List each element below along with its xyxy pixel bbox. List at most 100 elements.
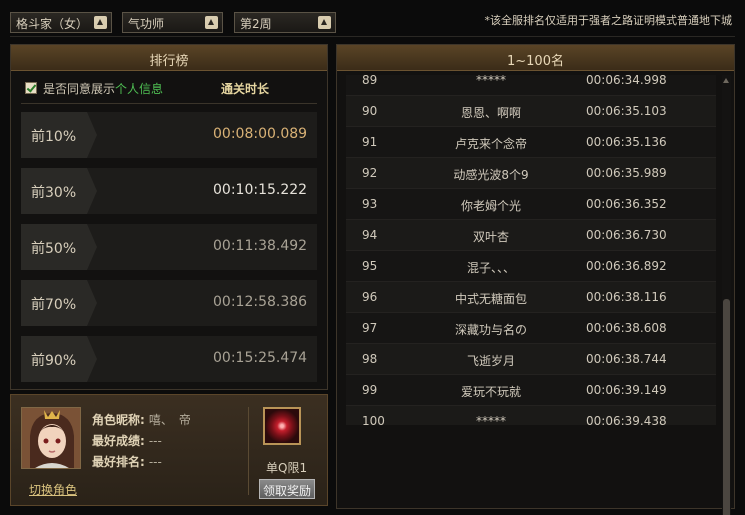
clear-time: 00:06:38.116 (586, 290, 667, 304)
rank-row: 94 双叶杏 00:06:36.730 (346, 220, 716, 251)
rank-row: 100 ***** 00:06:39.438 (346, 406, 716, 425)
divider (248, 407, 249, 495)
player-name: 中式无糖面包 (454, 292, 527, 306)
job-class-value: 格斗家（女） (16, 17, 89, 31)
dropdown-arrow-icon (94, 16, 107, 29)
ranking-panel-title: 排行榜 (11, 45, 327, 71)
tier-label: 前30% (21, 168, 97, 214)
best-result-line: 最好成绩: --- (92, 432, 162, 449)
tier-row-top50: 前50% 00:11:38.492 (21, 224, 317, 270)
rank-number: 91 (362, 135, 378, 149)
tier-time: 00:11:38.492 (213, 238, 308, 254)
best-rank-value: --- (148, 455, 162, 469)
scrollbar-thumb[interactable] (723, 299, 730, 515)
dropdown-arrow-icon (318, 16, 331, 29)
nickname-value: 嘻、 帝 (148, 413, 191, 427)
rank-list-title: 1~100名 (337, 45, 734, 71)
player-name: ***** (476, 75, 506, 87)
tier-row-top30: 前30% 00:10:15.222 (21, 168, 317, 214)
player-name: 混子、、、 (466, 261, 515, 275)
best-rank-line: 最好排名: --- (92, 453, 162, 470)
clear-time: 00:06:36.730 (586, 228, 667, 242)
notice-text: *该全服排名仅适用于强者之路证明模式普通地下城 (484, 14, 733, 27)
player-name: 飞逝岁月 (466, 354, 515, 368)
rank-row: 95 混子、、、 00:06:36.892 (346, 251, 716, 282)
rank-number: 89 (362, 75, 378, 87)
consent-label: 是否同意展示个人信息 (43, 80, 163, 97)
rank-number: 93 (362, 197, 378, 211)
personal-info-link[interactable]: 个人信息 (115, 82, 163, 96)
rank-row: 99 爱玩不玩就 00:06:39.149 (346, 375, 716, 406)
sub-class-dropdown[interactable]: 气功师 (122, 12, 223, 33)
tier-label: 前90% (21, 336, 97, 382)
reward-limit-label: 单Q限1 (266, 461, 308, 475)
tier-time: 00:12:58.386 (213, 294, 308, 310)
tier-row-top90: 前90% 00:15:25.474 (21, 336, 317, 382)
clear-time: 00:06:39.149 (586, 383, 667, 397)
player-name: 双叶杏 (472, 230, 509, 244)
rank-row: 97 深藏功与名の 00:06:38.608 (346, 313, 716, 344)
rank-row: 89 ***** 00:06:34.998 (346, 75, 716, 96)
clear-time: 00:06:39.438 (586, 414, 667, 425)
clear-time: 00:06:35.103 (586, 104, 667, 118)
player-name: 深藏功与名の (454, 323, 527, 337)
tier-label: 前50% (21, 224, 97, 270)
rank-row: 90 恩恩、啊啊 00:06:35.103 (346, 96, 716, 127)
week-dropdown[interactable]: 第2周 (234, 12, 336, 33)
player-name: 恩恩、啊啊 (460, 106, 521, 120)
rank-number: 97 (362, 321, 378, 335)
dropdown-arrow-icon (205, 16, 218, 29)
best-result-label: 最好成绩: (92, 434, 145, 448)
consent-checkbox[interactable] (25, 82, 37, 94)
switch-character-link[interactable]: 切换角色 (29, 481, 77, 498)
rank-number: 96 (362, 290, 378, 304)
sub-class-value: 气功师 (128, 17, 165, 31)
clear-time: 00:06:36.352 (586, 197, 667, 211)
week-value: 第2周 (240, 17, 272, 31)
rank-list[interactable]: 89 ***** 00:06:34.998 90 恩恩、啊啊 00:06:35.103 … (346, 75, 716, 425)
clear-time: 00:06:35.136 (586, 135, 667, 149)
best-result-value: --- (148, 434, 162, 448)
clear-time: 00:06:38.744 (586, 352, 667, 366)
clear-time: 00:06:38.608 (586, 321, 667, 335)
player-name: 爱玩不玩就 (460, 385, 521, 399)
tier-row-top70: 前70% 00:12:58.386 (21, 280, 317, 326)
rank-number: 95 (362, 259, 378, 273)
ranking-panel: 排行榜 是否同意展示个人信息 通关时长 前10% 00:08:00.089 前3… (10, 44, 328, 390)
clear-time: 00:06:36.892 (586, 259, 667, 273)
divider (10, 36, 735, 37)
rank-list-panel: 1~100名 89 ***** 00:06:34.998 90 恩恩、啊啊 00:06:… (336, 44, 735, 515)
tier-time: 00:15:25.474 (213, 350, 308, 366)
rank-row: 96 中式无糖面包 00:06:38.116 (346, 282, 716, 313)
rank-number: 90 (362, 104, 378, 118)
scrollbar[interactable] (722, 75, 731, 515)
tier-label: 前70% (21, 280, 97, 326)
player-name: 你老姆个光 (460, 199, 521, 213)
divider (21, 103, 317, 104)
rank-number: 94 (362, 228, 378, 242)
tier-label: 前10% (21, 112, 97, 158)
character-avatar (21, 407, 81, 469)
rank-number: 98 (362, 352, 378, 366)
tier-time: 00:08:00.089 (213, 126, 308, 142)
tier-time: 00:10:15.222 (213, 182, 308, 198)
rank-row: 93 你老姆个光 00:06:36.352 (346, 189, 716, 220)
clear-time: 00:06:34.998 (586, 75, 667, 87)
player-name: ***** (476, 414, 506, 425)
rank-number: 92 (362, 166, 378, 180)
clear-time-column-label: 通关时长 (221, 82, 270, 96)
rank-number: 99 (362, 383, 378, 397)
reward-item-icon[interactable] (263, 407, 301, 445)
best-rank-label: 最好排名: (92, 455, 145, 469)
rank-row: 91 卢克来个念帝 00:06:35.136 (346, 127, 716, 158)
job-class-dropdown[interactable]: 格斗家（女） (10, 12, 112, 33)
clear-time: 00:06:35.989 (586, 166, 667, 180)
character-card: 切换角色 角色昵称: 嘻、 帝 最好成绩: --- 最好排名: --- 单Q限1 领取… (10, 394, 328, 506)
nickname-line: 角色昵称: 嘻、 帝 (92, 411, 191, 428)
tier-row-top10: 前10% 00:08:00.089 (21, 112, 317, 158)
rank-number: 100 (362, 414, 385, 425)
nickname-label: 角色昵称: (92, 413, 145, 427)
consent-label-text: 是否同意展示 (43, 82, 116, 96)
scroll-up-arrow-icon[interactable] (722, 75, 731, 85)
claim-reward-button[interactable]: 领取奖励 (259, 479, 315, 499)
